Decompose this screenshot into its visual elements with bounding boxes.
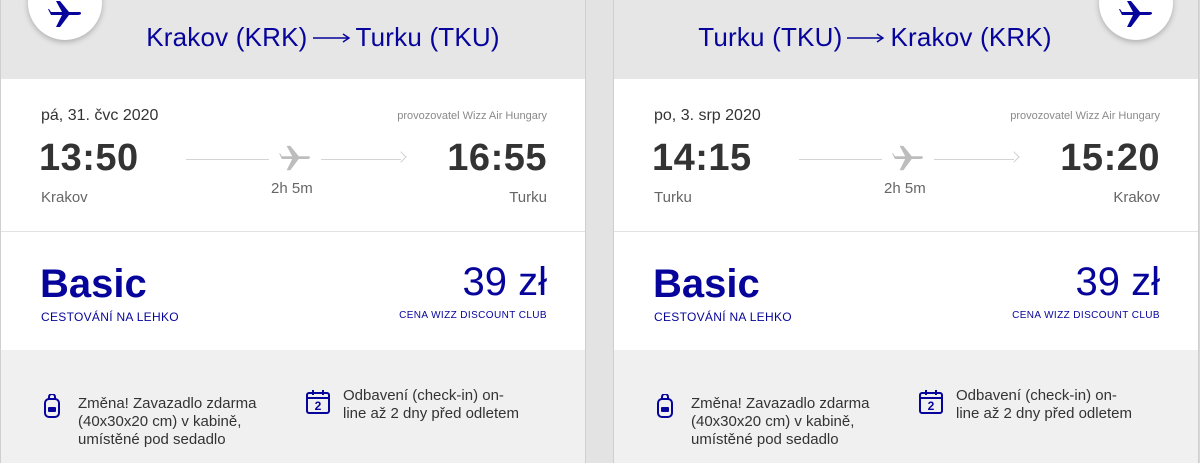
departure-time: 14:15 bbox=[652, 137, 752, 179]
calendar-icon-number: 2 bbox=[928, 399, 935, 413]
fare-section[interactable]: Basic CESTOVÁNÍ NA LEHKO 39 zł CENA WIZZ… bbox=[614, 232, 1198, 350]
arrival-city: Turku bbox=[509, 189, 547, 206]
route-arrow-icon bbox=[846, 31, 886, 45]
fare-price: 39 zł bbox=[1075, 260, 1161, 304]
route-destination: Krakov (KRK) bbox=[890, 22, 1052, 52]
perk-checkin: Odbavení (check-in) on- line až 2 dny př… bbox=[343, 387, 553, 423]
perk-baggage: Změna! Zavazadlo zdarma (40x30x20 cm) v … bbox=[691, 395, 901, 449]
perk-checkin-line: line až 2 dny před odletem bbox=[956, 405, 1132, 422]
perk-baggage-line: Změna! Zavazadlo zdarma bbox=[691, 395, 870, 412]
flight-duration: 2h 5m bbox=[884, 180, 926, 197]
perk-checkin-line: Odbavení (check-in) on- bbox=[956, 387, 1117, 404]
arrival-time: 16:55 bbox=[447, 137, 547, 179]
calendar-icon: 2 bbox=[305, 389, 331, 420]
arrival-time: 15:20 bbox=[1060, 137, 1160, 179]
fare-subtitle: CESTOVÁNÍ NA LEHKO bbox=[41, 310, 179, 324]
perk-checkin-line: Odbavení (check-in) on- bbox=[343, 387, 504, 404]
perk-baggage-line: (40x30x20 cm) v kabině, bbox=[691, 413, 855, 430]
plane-icon bbox=[48, 0, 82, 35]
fare-price-note: CENA WIZZ DISCOUNT CLUB bbox=[1012, 310, 1160, 321]
flight-duration: 2h 5m bbox=[271, 180, 313, 197]
backpack-icon bbox=[656, 393, 674, 423]
flight-card-outbound[interactable]: Krakov (KRK) Turku (TKU) pá, 31. čvc 202… bbox=[0, 0, 586, 463]
calendar-icon-number: 2 bbox=[315, 399, 322, 413]
fare-perks: Změna! Zavazadlo zdarma (40x30x20 cm) v … bbox=[1, 350, 585, 463]
flight-path-line bbox=[799, 159, 882, 160]
card-gutter bbox=[586, 0, 613, 463]
flight-date: pá, 31. čvc 2020 bbox=[41, 107, 159, 124]
route-origin: Krakov (KRK) bbox=[146, 22, 308, 52]
backpack-icon bbox=[43, 393, 61, 423]
flight-date: po, 3. srp 2020 bbox=[654, 107, 761, 124]
plane-icon bbox=[892, 145, 924, 178]
route-arrow-icon bbox=[312, 31, 352, 45]
flight-segment: pá, 31. čvc 2020 provozovatel Wizz Air H… bbox=[1, 79, 585, 232]
fare-perks: Změna! Zavazadlo zdarma (40x30x20 cm) v … bbox=[614, 350, 1198, 463]
perk-checkin: Odbavení (check-in) on- line až 2 dny př… bbox=[956, 387, 1166, 423]
flight-segment: po, 3. srp 2020 provozovatel Wizz Air Hu… bbox=[614, 79, 1198, 232]
arrival-city: Krakov bbox=[1113, 189, 1160, 206]
departure-time: 13:50 bbox=[39, 137, 139, 179]
fare-price: 39 zł bbox=[462, 260, 548, 304]
route-destination: Turku (TKU) bbox=[355, 22, 500, 52]
chevron-right-icon bbox=[1008, 151, 1020, 163]
perk-baggage-line: (40x30x20 cm) v kabině, bbox=[78, 413, 242, 430]
departure-city: Krakov bbox=[41, 189, 88, 206]
plane-icon bbox=[1119, 0, 1153, 35]
fare-name: Basic bbox=[40, 262, 147, 306]
fare-section[interactable]: Basic CESTOVÁNÍ NA LEHKO 39 zł CENA WIZZ… bbox=[1, 232, 585, 350]
route-origin: Turku (TKU) bbox=[698, 22, 843, 52]
perk-baggage-line: Změna! Zavazadlo zdarma bbox=[78, 395, 257, 412]
chevron-right-icon bbox=[395, 151, 407, 163]
calendar-icon: 2 bbox=[918, 389, 944, 420]
plane-icon bbox=[279, 145, 311, 178]
departure-city: Turku bbox=[654, 189, 692, 206]
fare-price-note: CENA WIZZ DISCOUNT CLUB bbox=[399, 310, 547, 321]
perk-baggage-line: umístěné pod sedadlo bbox=[78, 431, 226, 448]
flight-path-line bbox=[321, 159, 401, 160]
perk-baggage: Změna! Zavazadlo zdarma (40x30x20 cm) v … bbox=[78, 395, 288, 449]
perk-checkin-line: line až 2 dny před odletem bbox=[343, 405, 519, 422]
flight-operator: provozovatel Wizz Air Hungary bbox=[1010, 110, 1160, 122]
flight-path-line bbox=[934, 159, 1014, 160]
fare-subtitle: CESTOVÁNÍ NA LEHKO bbox=[654, 310, 792, 324]
fare-name: Basic bbox=[653, 262, 760, 306]
flight-card-return[interactable]: Turku (TKU) Krakov (KRK) po, 3. srp 2020… bbox=[613, 0, 1199, 463]
flight-operator: provozovatel Wizz Air Hungary bbox=[397, 110, 547, 122]
flight-path-line bbox=[186, 159, 269, 160]
perk-baggage-line: umístěné pod sedadlo bbox=[691, 431, 839, 448]
